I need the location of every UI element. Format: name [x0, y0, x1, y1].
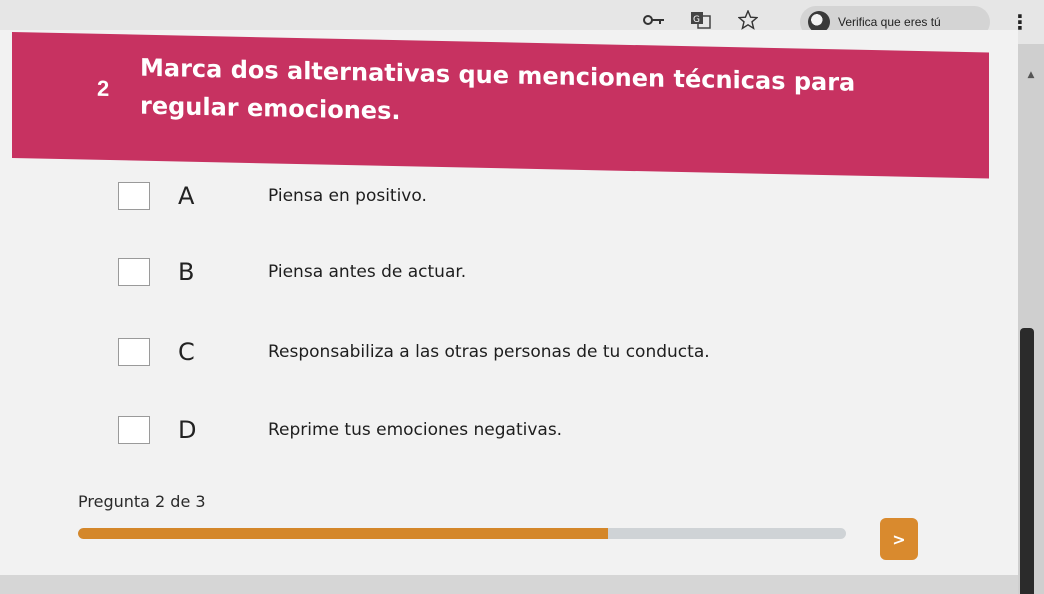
option-checkbox[interactable]	[118, 258, 150, 286]
option-text: Piensa en positivo.	[268, 186, 427, 206]
question-text: Marca dos alternativas que mencionen téc…	[140, 53, 856, 126]
progress-label: Pregunta 2 de 3	[78, 492, 206, 511]
question-banner: 2 Marca dos alternativas que mencionen t…	[12, 32, 989, 179]
option-checkbox[interactable]	[118, 338, 150, 366]
option-letter: B	[178, 258, 195, 286]
option-d[interactable]: D Reprime tus emociones negativas.	[118, 410, 818, 450]
translate-icon[interactable]: G	[690, 10, 712, 30]
option-checkbox[interactable]	[118, 416, 150, 444]
progress-bar	[78, 528, 846, 539]
option-c[interactable]: C Responsabiliza a las otras personas de…	[118, 332, 818, 372]
profile-label: Verifica que eres tú	[838, 15, 941, 29]
option-text: Responsabiliza a las otras personas de t…	[268, 342, 710, 362]
option-letter: C	[178, 338, 195, 366]
scrollbar-thumb[interactable]	[1020, 328, 1034, 594]
option-b[interactable]: B Piensa antes de actuar.	[118, 252, 818, 292]
scroll-up-icon[interactable]: ▲	[1018, 70, 1044, 80]
quiz-page: 2 Marca dos alternativas que mencionen t…	[0, 30, 1018, 575]
option-text: Piensa antes de actuar.	[268, 262, 467, 282]
question-number: 2	[97, 75, 110, 102]
option-a[interactable]: A Piensa en positivo.	[118, 176, 818, 216]
option-text: Reprime tus emociones negativas.	[268, 420, 563, 440]
next-button[interactable]: >	[880, 518, 918, 560]
option-letter: A	[178, 182, 195, 210]
page-bottom-strip	[0, 575, 1018, 594]
key-icon[interactable]	[642, 10, 666, 30]
progress-fill	[78, 528, 608, 539]
star-icon[interactable]	[737, 9, 759, 30]
option-letter: D	[178, 416, 197, 444]
option-checkbox[interactable]	[118, 182, 150, 210]
svg-text:G: G	[693, 15, 700, 25]
